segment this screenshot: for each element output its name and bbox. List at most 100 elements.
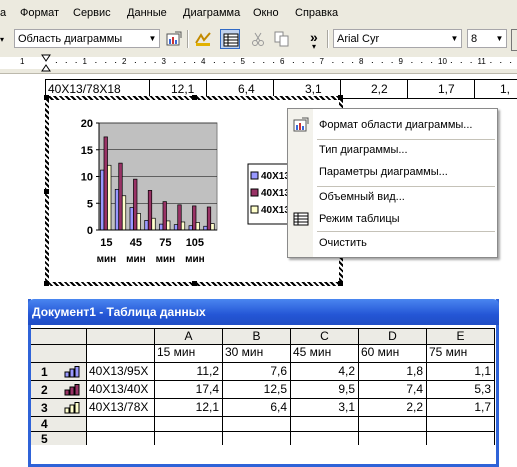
datasheet-cell[interactable] [359,417,427,432]
datasheet-cell[interactable]: 30 мин [223,345,291,363]
menu-item-chart[interactable]: Диаграмма [183,7,240,19]
datasheet-cell[interactable]: 11,2 [155,363,223,381]
chevron-down-icon[interactable]: ▼ [493,30,506,47]
series-label-cell[interactable]: 40X13/95X [87,363,155,381]
datasheet-cell[interactable] [427,432,495,445]
column-header[interactable]: E [427,328,495,345]
resize-handle[interactable] [44,189,49,194]
chart-bar [173,224,179,231]
datasheet-cell[interactable] [359,432,427,445]
datasheet-cell[interactable] [223,432,291,445]
toolbar-overflow-edge [511,29,517,51]
series-label-cell[interactable]: 40X13/40X [87,381,155,399]
y-tick-label: 15 [81,145,93,157]
row-number: 1 [41,365,48,379]
datasheet-cell[interactable] [87,345,155,363]
datasheet-cell[interactable]: 12,5 [223,381,291,399]
datasheet-cell[interactable]: 9,5 [291,381,359,399]
resize-handle[interactable] [192,95,197,100]
menu-item-chart-options[interactable]: Параметры диаграммы... [288,161,497,183]
cut-button[interactable] [248,29,268,49]
datasheet-cell[interactable]: 7,6 [223,363,291,381]
font-size-combo[interactable]: 8 ▼ [467,29,507,48]
font-name-combo[interactable]: Arial Cyr ▼ [333,29,462,48]
datasheet-cell[interactable]: 5,3 [427,381,495,399]
datasheet-cell[interactable]: 7,4 [359,381,427,399]
resize-handle[interactable] [338,281,343,286]
resize-handle[interactable] [44,95,49,100]
copy-button[interactable] [272,29,292,49]
x-tick-unit: мин [97,254,117,265]
datasheet-cell[interactable] [223,417,291,432]
datasheet-cell[interactable] [155,432,223,445]
y-tick-label: 5 [87,198,93,210]
column-header[interactable]: B [223,328,291,345]
datasheet-cell[interactable]: 2,2 [359,399,427,417]
menu-item-help[interactable]: Справка [295,7,338,19]
column-header[interactable]: A [155,328,223,345]
datasheet-cell[interactable] [87,432,155,445]
chevron-down-icon[interactable]: ▼ [146,30,159,47]
datasheet-cell[interactable]: 15 мин [155,345,223,363]
datasheet-button[interactable] [220,29,240,49]
datasheet-cell[interactable] [155,417,223,432]
format-chart-area-button[interactable] [164,29,184,49]
row-header[interactable]: 2 [31,381,87,399]
select-all-corner[interactable] [31,328,87,345]
y-tick-label: 20 [81,118,93,130]
column-header-blank[interactable] [87,328,155,345]
menu-item-chart-type[interactable]: Тип диаграммы... [288,139,497,161]
row-header[interactable]: 5 [31,432,87,445]
resize-handle[interactable] [44,281,49,286]
menu-item-window[interactable]: Окно [253,7,279,19]
menu-item-service[interactable]: Сервис [73,7,111,19]
datasheet-cell[interactable]: 45 мин [291,345,359,363]
row-header[interactable]: 3 [31,399,87,417]
series-label-cell[interactable]: 40X13/78X [87,399,155,417]
datasheet-title-bar[interactable]: Документ1 - Таблица данных [28,299,499,325]
row-header[interactable]: 1 [31,363,87,381]
ruler-number: 8 [359,57,364,66]
x-tick-unit: мин [185,254,205,265]
chart-toolbar: ▾ Область диаграммы ▼ » ▾ Arial Cyr ▼ 8 … [0,26,517,54]
menu-item-datasheet[interactable]: Режим таблицы [288,208,497,230]
menu-item-data[interactable]: Данные [127,7,167,19]
chart-objects-combo[interactable]: Область диаграммы ▼ [14,29,160,48]
chart-bar [192,205,197,231]
resize-handle[interactable] [192,281,197,286]
menu-item-3d-view[interactable]: Объемный вид... [288,186,497,208]
menu-item-label: Параметры диаграммы... [319,166,448,178]
datasheet-cell[interactable]: 3,1 [291,399,359,417]
x-tick-label: 105 [186,237,204,249]
menu-item-format[interactable]: Формат [20,7,59,19]
chart-bar [166,220,171,231]
datasheet-cell[interactable] [87,417,155,432]
chart-bar [151,217,156,231]
datasheet-cell[interactable]: 1,8 [359,363,427,381]
row-header[interactable]: 4 [31,417,87,432]
datasheet-cell[interactable]: 17,4 [155,381,223,399]
menu-item-partial[interactable]: а [0,7,6,19]
datasheet-cell[interactable]: 1,1 [427,363,495,381]
column-header[interactable]: D [359,328,427,345]
word-table-cell: 40X13/78X18 [48,82,121,96]
datasheet-cell[interactable] [291,432,359,445]
datasheet-cell[interactable]: 60 мин [359,345,427,363]
chevron-down-icon[interactable]: ▼ [448,30,461,47]
row-header-blank[interactable] [31,345,87,363]
column-header[interactable]: C [291,328,359,345]
menu-item-format-chart-area[interactable]: Формат области диаграммы... [288,114,497,136]
x-tick-label: 75 [159,237,171,249]
chevron-down-icon[interactable]: ▾ [0,35,4,44]
datasheet-cell[interactable]: 1,7 [427,399,495,417]
datasheet-cell[interactable]: 12,1 [155,399,223,417]
menu-item-clear[interactable]: Очистить [288,232,497,254]
datasheet-cell[interactable] [427,417,495,432]
chart-type-button[interactable] [193,29,213,49]
datasheet-cell[interactable] [291,417,359,432]
resize-handle[interactable] [338,95,343,100]
datasheet-cell[interactable]: 75 мин [427,345,495,363]
chevron-down-icon[interactable]: ▾ [312,42,316,51]
datasheet-cell[interactable]: 6,4 [223,399,291,417]
datasheet-cell[interactable]: 4,2 [291,363,359,381]
